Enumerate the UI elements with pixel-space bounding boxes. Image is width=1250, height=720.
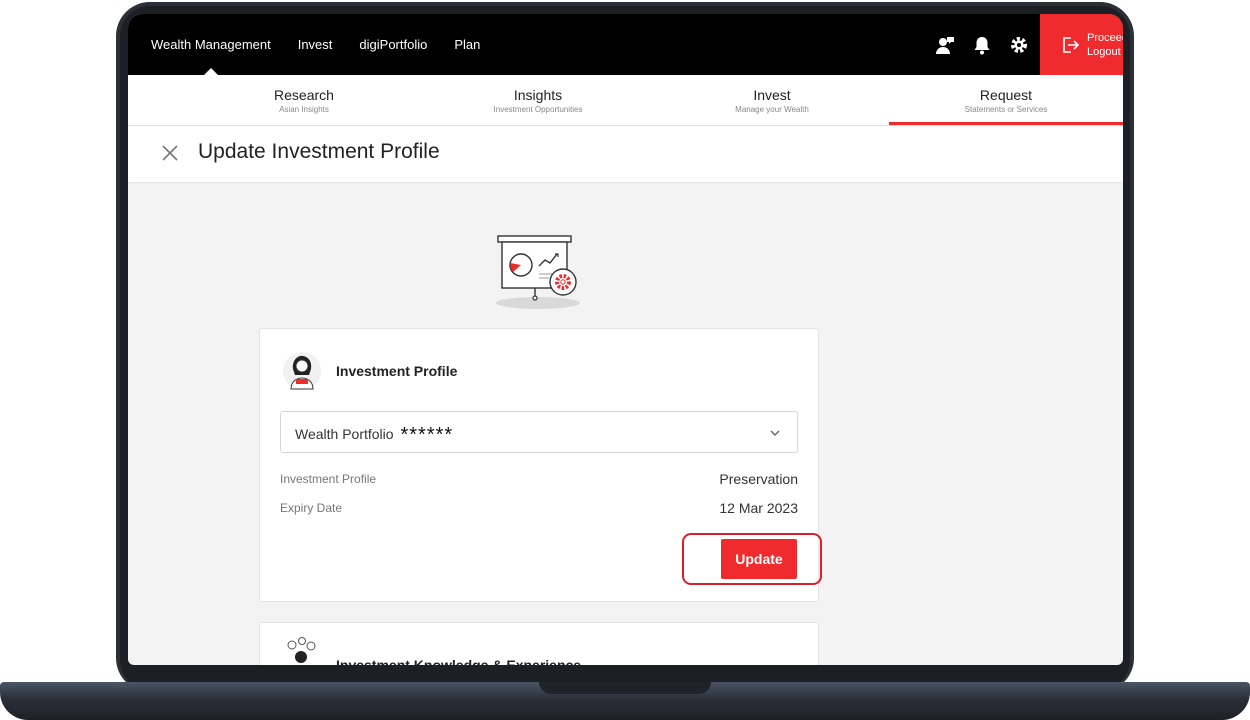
sub-navigation: Research Asian Insights Insights Investm… — [128, 75, 1123, 126]
laptop-notch — [539, 682, 711, 694]
page-header: Update Investment Profile — [128, 126, 1123, 183]
top-nav-links: Wealth Management Invest digiPortfolio P… — [151, 14, 507, 75]
subnav-caption: Investment Opportunities — [493, 105, 583, 114]
card2-title: Investment Knowledge & Experience — [336, 657, 582, 665]
investment-profile-value: Preservation — [719, 471, 798, 487]
portfolio-account-mask: ****** — [400, 424, 454, 446]
page-title: Update Investment Profile — [198, 140, 440, 163]
subnav-title: Request — [979, 87, 1033, 103]
bell-icon[interactable] — [971, 34, 993, 56]
investor-avatar-icon — [282, 349, 322, 393]
investment-profile-label: Investment Profile — [280, 472, 377, 486]
subnav-title: Insights — [513, 87, 563, 103]
close-icon[interactable] — [160, 143, 180, 163]
app-screen: Wealth Management Invest digiPortfolio P… — [128, 14, 1123, 665]
expiry-date-value: 12 Mar 2023 — [719, 500, 798, 516]
chevron-down-icon — [769, 426, 781, 438]
subnav-item-research[interactable]: Research Asian Insights — [187, 75, 421, 125]
expiry-date-label: Expiry Date — [280, 501, 343, 515]
nav-link-digiportfolio[interactable]: digiPortfolio — [359, 14, 427, 75]
logout-line-2: Logout — [1087, 45, 1121, 58]
subnav-item-request[interactable]: Request Statements or Services — [889, 75, 1123, 125]
nav-link-wealth-management[interactable]: Wealth Management — [151, 14, 271, 75]
investment-knowledge-card: Investment Knowledge & Experience — [259, 622, 819, 665]
subnav-item-invest[interactable]: Invest Manage your Wealth — [655, 75, 889, 125]
subnav-title: Research — [274, 87, 334, 103]
nav-link-invest[interactable]: Invest — [298, 14, 333, 75]
top-nav-icons — [919, 14, 1030, 75]
subnav-caption: Asian Insights — [279, 105, 329, 114]
logout-line-1: Proceed — [1087, 31, 1123, 44]
portfolio-select-value: Wealth Portfolio ****** — [295, 424, 453, 447]
subnav-item-insights[interactable]: Insights Investment Opportunities — [421, 75, 655, 125]
nav-link-plan[interactable]: Plan — [454, 14, 480, 75]
gear-icon[interactable] — [1008, 34, 1030, 56]
portfolio-select[interactable]: Wealth Portfolio ****** — [280, 411, 798, 453]
subnav-caption: Manage your Wealth — [735, 105, 809, 114]
subnav-caption: Statements or Services — [964, 105, 1048, 114]
update-button-highlight — [682, 533, 822, 585]
presentation-chart-illustration — [493, 232, 583, 312]
logout-icon — [1060, 35, 1080, 55]
chat-agent-icon[interactable] — [934, 34, 956, 56]
portfolio-select-label: Wealth Portfolio — [295, 426, 394, 442]
card-title: Investment Profile — [336, 363, 458, 379]
knowledge-experience-icon — [282, 637, 320, 665]
subnav-title: Invest — [753, 87, 791, 103]
logout-text: Proceed Logout — [1087, 31, 1123, 59]
logout-button[interactable]: Proceed Logout — [1040, 14, 1123, 75]
top-navigation: Wealth Management Invest digiPortfolio P… — [128, 14, 1123, 75]
